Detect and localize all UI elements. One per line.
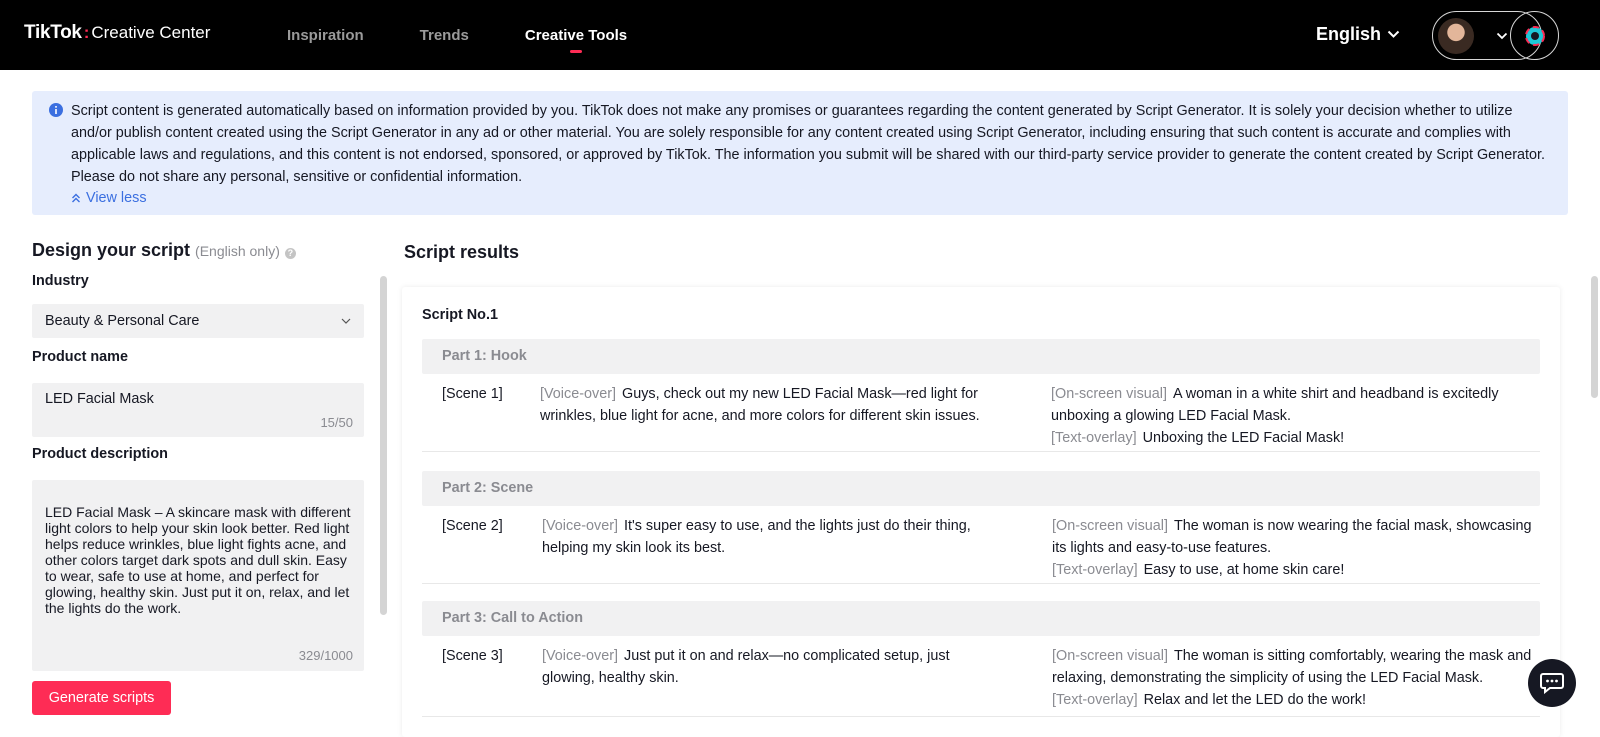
on-screen-visual: [On-screen visual] The woman is now weari…	[1052, 515, 1532, 581]
overlay-text: Relax and let the LED do the work!	[1143, 692, 1366, 708]
product-name-input[interactable]: LED Facial Mask 15/50	[32, 383, 364, 437]
nav-item-inspiration[interactable]: Inspiration	[287, 27, 364, 44]
tiktok-creative-center-logo[interactable]: TikTok : Creative Center	[24, 22, 210, 44]
logo-product: Creative Center	[91, 23, 211, 42]
disclaimer-text: Script content is generated automaticall…	[71, 103, 1545, 185]
chat-icon	[1540, 673, 1564, 694]
visual-tag: [On-screen visual]	[1052, 648, 1168, 664]
logout-button[interactable]	[1510, 11, 1559, 60]
design-title: Design your script (English only) ?	[32, 240, 364, 261]
overlay-tag: [Text-overlay]	[1051, 430, 1137, 446]
product-description-counter: 329/1000	[298, 648, 353, 663]
scene-label: [Scene 1]	[442, 386, 503, 402]
overlay-text: Unboxing the LED Facial Mask!	[1142, 430, 1345, 446]
language-selector[interactable]: English	[1316, 24, 1400, 45]
voice-over-tag: [Voice-over]	[542, 518, 618, 534]
overlay-tag: [Text-overlay]	[1052, 692, 1138, 708]
chat-support-button[interactable]	[1528, 659, 1576, 707]
chevron-down-icon	[1387, 30, 1400, 38]
part-heading: Part 2: Scene	[422, 471, 1540, 506]
main-nav: Inspiration Trends Creative Tools	[287, 0, 683, 70]
product-name-counter: 15/50	[320, 415, 353, 430]
nav-item-trends[interactable]: Trends	[420, 27, 469, 44]
avatar	[1438, 17, 1474, 54]
info-icon	[49, 103, 63, 117]
overlay-tag: [Text-overlay]	[1052, 562, 1138, 578]
script-results-card: Script No.1 Part 1: Hook [Scene 1] [Voic…	[402, 287, 1560, 737]
scene-label: [Scene 3]	[442, 648, 503, 664]
left-panel-scrollbar[interactable]	[380, 276, 387, 615]
view-less-link[interactable]: View less	[71, 190, 1548, 206]
design-script-panel: Design your script (English only) ? Indu…	[32, 240, 364, 715]
logout-icon	[1524, 25, 1545, 46]
divider	[422, 716, 1540, 717]
voice-over-tag: [Voice-over]	[540, 386, 616, 402]
help-icon[interactable]: ?	[284, 248, 296, 259]
view-less-label: View less	[86, 190, 147, 206]
script-number: Script No.1	[422, 307, 498, 323]
industry-value: Beauty & Personal Care	[45, 313, 200, 329]
product-description-textarea[interactable]: LED Facial Mask – A skincare mask with d…	[32, 480, 364, 671]
divider	[422, 451, 1540, 452]
voice-over: [Voice-over] Guys, check out my new LED F…	[540, 383, 1000, 427]
product-description-label: Product description	[32, 446, 168, 462]
visual-tag: [On-screen visual]	[1052, 518, 1168, 534]
script-results-title: Script results	[404, 242, 520, 262]
industry-label: Industry	[32, 273, 89, 289]
design-title-text: Design your script	[32, 240, 191, 260]
divider	[422, 583, 1540, 584]
product-name-value: LED Facial Mask	[45, 391, 154, 407]
generate-scripts-button[interactable]: Generate scripts	[32, 681, 171, 715]
product-description-value: LED Facial Mask – A skincare mask with d…	[45, 504, 351, 616]
voice-over: [Voice-over] It's super easy to use, and …	[542, 515, 1002, 559]
part-heading: Part 1: Hook	[422, 339, 1540, 374]
page-scrollbar[interactable]	[1591, 276, 1598, 398]
nav-item-creative-tools[interactable]: Creative Tools	[525, 27, 627, 44]
overlay-text: Easy to use, at home skin care!	[1143, 562, 1345, 578]
top-nav-bar: TikTok : Creative Center Inspiration Tre…	[0, 0, 1600, 70]
logo-separator: :	[83, 23, 90, 42]
on-screen-visual: [On-screen visual] The woman is sitting c…	[1052, 645, 1532, 711]
part-heading: Part 3: Call to Action	[422, 601, 1540, 636]
product-name-label: Product name	[32, 349, 128, 365]
disclaimer-notice: Script content is generated automaticall…	[32, 91, 1568, 215]
industry-select[interactable]: Beauty & Personal Care	[32, 304, 364, 338]
visual-tag: [On-screen visual]	[1051, 386, 1167, 402]
voice-over: [Voice-over] Just put it on and relax—no …	[542, 645, 1002, 689]
language-label: English	[1316, 24, 1382, 44]
scene-label: [Scene 2]	[442, 518, 503, 534]
chevron-down-icon	[1496, 32, 1508, 39]
design-note: (English only)	[195, 243, 280, 259]
double-chevron-up-icon	[72, 193, 80, 203]
logo-brand: TikTok	[24, 22, 82, 43]
chevron-down-icon	[341, 318, 351, 324]
voice-over-tag: [Voice-over]	[542, 648, 618, 664]
on-screen-visual: [On-screen visual] A woman in a white shi…	[1051, 383, 1531, 449]
